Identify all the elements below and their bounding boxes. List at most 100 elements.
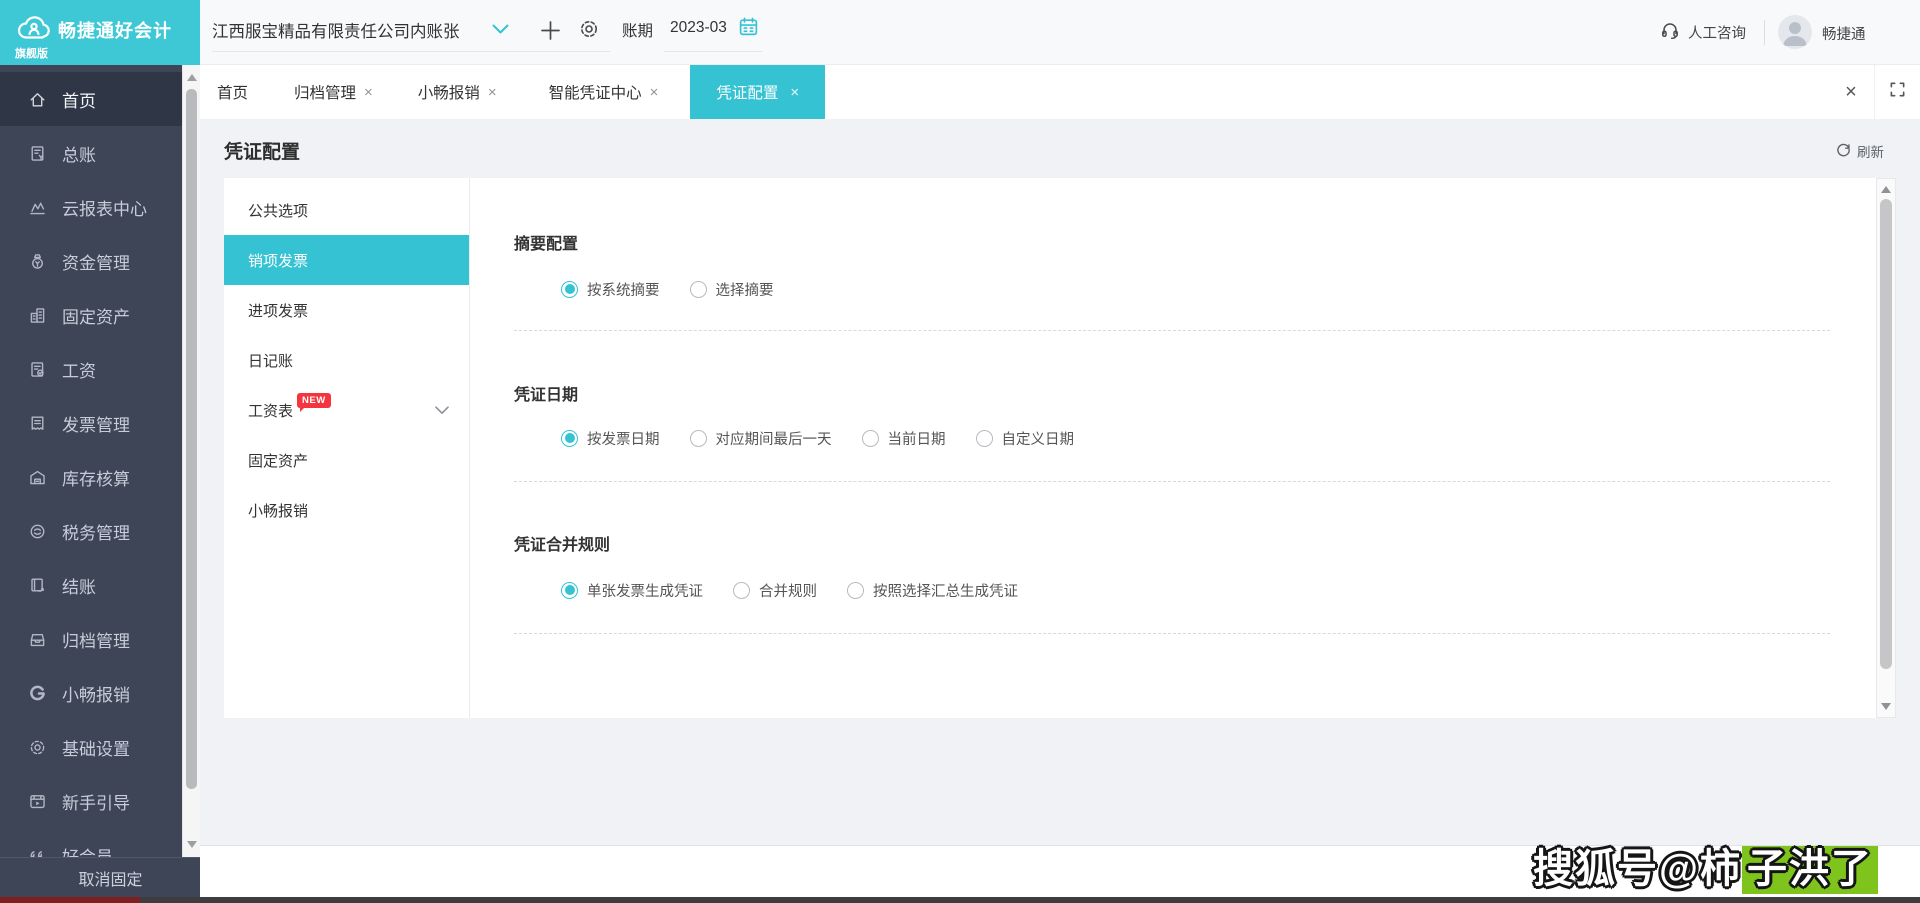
sidebar-item-archive[interactable]: 归档管理 — [0, 612, 182, 666]
unpin-sidebar-button[interactable]: 取消固定 — [0, 857, 200, 897]
fullscreen-button[interactable] — [1874, 65, 1920, 119]
funds-icon — [27, 251, 47, 271]
bottom-edge — [0, 897, 1920, 903]
scroll-up-icon[interactable] — [187, 74, 197, 81]
company-selector[interactable]: 江西服宝精品有限责任公司内账张 — [212, 18, 460, 42]
unpin-icon — [57, 866, 75, 889]
submenu-item-journal[interactable]: 日记账 — [224, 335, 469, 385]
tab-expense[interactable]: 小畅报销 × — [418, 65, 497, 119]
chevron-down-icon[interactable] — [492, 22, 509, 40]
archive-icon — [27, 629, 47, 649]
scroll-down-icon[interactable] — [1881, 703, 1891, 710]
radio-merge-rule[interactable]: 合并规则 — [733, 580, 817, 601]
submenu-item-fixed-assets[interactable]: 固定资产 — [224, 435, 469, 485]
home-icon — [27, 89, 47, 109]
submenu-item-purchase-invoice[interactable]: 进项发票 — [224, 285, 469, 335]
radio-selected-icon[interactable] — [561, 281, 578, 298]
summary-options: 按系统摘要 选择摘要 — [561, 278, 1830, 300]
bottom-edge-left — [0, 897, 140, 903]
fixed-assets-icon — [27, 305, 47, 325]
page-header: 凭证配置 刷新 — [200, 119, 1920, 178]
top-bar: 畅捷通好会计 旗舰版 江西服宝精品有限责任公司内账张 账期 2023-03 — [0, 0, 1920, 65]
close-all-tabs-button[interactable]: × — [1828, 65, 1874, 119]
sidebar-item-home[interactable]: 首页 — [0, 72, 182, 126]
sidebar-item-expense[interactable]: 小畅报销 — [0, 666, 182, 720]
period-value[interactable]: 2023-03 — [670, 19, 727, 37]
close-tab-icon[interactable]: × — [790, 85, 799, 100]
scroll-up-icon[interactable] — [1881, 186, 1891, 193]
radio-summary-by-selection[interactable]: 按照选择汇总生成凭证 — [847, 580, 1018, 601]
close-tab-icon[interactable]: × — [364, 85, 373, 100]
radio-selected-icon[interactable] — [561, 430, 578, 447]
report-center-icon — [27, 197, 47, 217]
config-submenu: 公共选项 销项发票 进项发票 日记账 工资表 NEW 固定资产 — [224, 178, 470, 718]
tab-archive[interactable]: 归档管理 × — [294, 65, 373, 119]
submenu-item-salary-sheet[interactable]: 工资表 NEW — [224, 385, 469, 435]
radio-unselected-icon[interactable] — [862, 430, 879, 447]
sidebar-item-settle[interactable]: 结账 — [0, 558, 182, 612]
voucher-config-panel: 公共选项 销项发票 进项发票 日记账 工资表 NEW 固定资产 — [224, 178, 1876, 718]
sidebar-item-general-ledger[interactable]: 总账 — [0, 126, 182, 180]
radio-period-last-day[interactable]: 对应期间最后一天 — [690, 428, 832, 449]
radio-single-invoice[interactable]: 单张发票生成凭证 — [561, 580, 703, 601]
sidebar: 首页 总账 云报表中心 资金管理 — [0, 65, 200, 857]
expense-icon — [27, 683, 47, 703]
scrollbar-thumb[interactable] — [186, 89, 197, 789]
sidebar-item-report-center[interactable]: 云报表中心 — [0, 180, 182, 234]
chevron-down-icon[interactable] — [435, 406, 449, 415]
fullscreen-icon — [1889, 81, 1906, 103]
app-title: 畅捷通好会计 — [58, 17, 172, 43]
plus-icon[interactable] — [540, 20, 561, 46]
close-tab-icon[interactable]: × — [650, 85, 659, 100]
voucher-config-form: 摘要配置 按系统摘要 选择摘要 凭证日期 按发票日期 — [471, 178, 1876, 718]
scroll-down-icon[interactable] — [187, 841, 197, 848]
content-scrollbar[interactable] — [1876, 178, 1896, 718]
guide-icon — [27, 791, 47, 811]
sidebar-item-guide[interactable]: 新手引导 — [0, 774, 182, 828]
close-tab-icon[interactable]: × — [488, 85, 497, 100]
sidebar-item-member[interactable]: 好会员 — [0, 828, 182, 857]
sidebar-item-settings[interactable]: 基础设置 — [0, 720, 182, 774]
sidebar-item-funds[interactable]: 资金管理 — [0, 234, 182, 288]
support-button[interactable]: 人工咨询 — [1660, 20, 1746, 44]
submenu-item-common-options[interactable]: 公共选项 — [224, 185, 469, 235]
radio-unselected-icon[interactable] — [976, 430, 993, 447]
headset-icon — [1660, 20, 1680, 44]
section-divider — [514, 633, 1830, 634]
tab-bar: 首页 归档管理 × 小畅报销 × 智能凭证中心 × 凭证配置 × × — [200, 65, 1920, 119]
refresh-icon — [1836, 142, 1851, 160]
radio-custom-date[interactable]: 自定义日期 — [976, 428, 1075, 449]
app-edition: 旗舰版 — [15, 45, 48, 61]
radio-unselected-icon[interactable] — [690, 430, 707, 447]
settle-icon — [27, 575, 47, 595]
sidebar-item-inventory[interactable]: 库存核算 — [0, 450, 182, 504]
radio-current-date[interactable]: 当前日期 — [862, 428, 946, 449]
app-window: 畅捷通好会计 旗舰版 江西服宝精品有限责任公司内账张 账期 2023-03 — [0, 0, 1920, 903]
app-logo: 畅捷通好会计 旗舰版 — [0, 0, 200, 65]
radio-unselected-icon[interactable] — [847, 582, 864, 599]
page-title: 凭证配置 — [224, 137, 300, 164]
ledger-icon — [27, 143, 47, 163]
submenu-item-expense[interactable]: 小畅报销 — [224, 485, 469, 535]
submenu-item-sales-invoice[interactable]: 销项发票 — [224, 235, 469, 285]
radio-unselected-icon[interactable] — [733, 582, 750, 599]
sidebar-item-invoice[interactable]: 发票管理 — [0, 396, 182, 450]
refresh-button[interactable]: 刷新 — [1836, 141, 1884, 161]
tab-voucher-config[interactable]: 凭证配置 × — [690, 65, 825, 119]
avatar[interactable] — [1778, 15, 1812, 49]
username[interactable]: 畅捷通 — [1822, 23, 1866, 44]
radio-selected-icon[interactable] — [561, 582, 578, 599]
radio-invoice-date[interactable]: 按发票日期 — [561, 428, 660, 449]
gear-icon[interactable] — [578, 18, 600, 45]
calendar-icon[interactable] — [738, 16, 759, 42]
sidebar-item-salary[interactable]: 工资 — [0, 342, 182, 396]
sidebar-scrollbar[interactable] — [182, 65, 200, 857]
radio-system-summary[interactable]: 按系统摘要 — [561, 279, 660, 300]
radio-unselected-icon[interactable] — [690, 281, 707, 298]
sidebar-item-tax[interactable]: 税务管理 — [0, 504, 182, 558]
sidebar-item-fixed-assets[interactable]: 固定资产 — [0, 288, 182, 342]
scrollbar-thumb[interactable] — [1880, 199, 1892, 669]
tab-smart-voucher-center[interactable]: 智能凭证中心 × — [549, 65, 659, 119]
radio-choose-summary[interactable]: 选择摘要 — [690, 279, 774, 300]
tab-home[interactable]: 首页 — [217, 65, 248, 119]
